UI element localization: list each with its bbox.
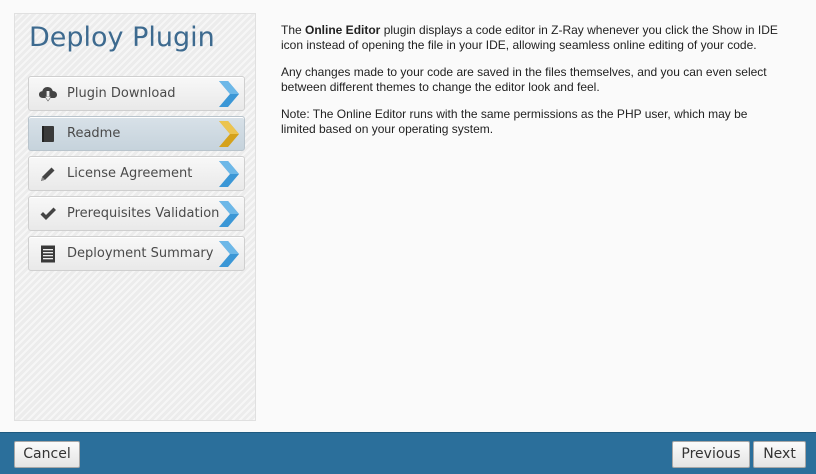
- cloud-download-icon: [39, 87, 57, 102]
- readme-content: The Online Editor plugin displays a code…: [281, 23, 781, 149]
- previous-button[interactable]: Previous: [672, 441, 750, 468]
- chevron-right-icon: [219, 241, 239, 267]
- book-icon: [42, 126, 54, 142]
- readme-paragraph-2: Any changes made to your code are saved …: [281, 65, 767, 94]
- pencil-icon: [41, 167, 55, 181]
- step-label: Prerequisites Validation: [67, 206, 220, 221]
- step-label: Plugin Download: [67, 86, 176, 101]
- chevron-right-icon: [219, 201, 239, 227]
- step-label: Deployment Summary: [67, 246, 214, 261]
- step-license-agreement[interactable]: License Agreement: [28, 156, 245, 191]
- step-prerequisites-validation[interactable]: Prerequisites Validation: [28, 196, 245, 231]
- wizard-sidebar: Deploy Plugin Plugin Download Readme Lic…: [14, 13, 256, 421]
- next-button[interactable]: Next: [753, 441, 806, 468]
- step-label: License Agreement: [67, 166, 193, 181]
- step-label: Readme: [67, 126, 121, 141]
- step-deployment-summary[interactable]: Deployment Summary: [28, 236, 245, 271]
- document-list-icon: [41, 245, 55, 263]
- plugin-name: Online Editor: [305, 23, 381, 37]
- wizard-footer: Cancel Previous Next: [0, 432, 816, 474]
- chevron-right-icon: [219, 161, 239, 187]
- chevron-right-icon: [219, 121, 239, 147]
- readme-text-span: The: [281, 23, 306, 37]
- chevron-right-icon: [219, 81, 239, 107]
- readme-note: Note: The Online Editor runs with the sa…: [281, 107, 748, 136]
- cancel-button[interactable]: Cancel: [14, 441, 80, 468]
- readme-paragraph-1: The Online Editor plugin displays a code…: [281, 23, 781, 53]
- step-plugin-download[interactable]: Plugin Download: [28, 76, 245, 111]
- checkmark-icon: [40, 207, 56, 220]
- step-readme[interactable]: Readme: [28, 116, 245, 151]
- sidebar-title: Deploy Plugin: [29, 22, 215, 53]
